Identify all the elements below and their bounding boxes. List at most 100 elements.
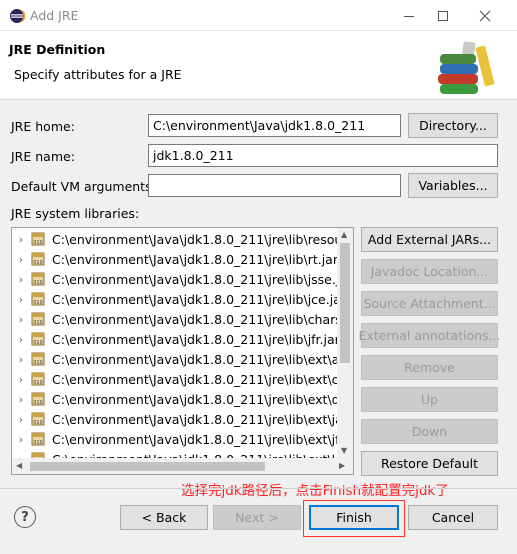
library-row[interactable]: ›010 C:\environment\Java\jdk1.8.0_211\jre… — [12, 229, 338, 249]
minimize-button[interactable] — [390, 0, 428, 31]
wizard-banner: JRE Definition Specify attributes for a … — [0, 31, 517, 100]
vertical-scrollbar[interactable]: ▲ ▼ — [337, 228, 353, 459]
library-row[interactable]: ›010 C:\environment\Java\jdk1.8.0_211\jre… — [12, 429, 338, 449]
svg-text:010: 010 — [33, 300, 43, 306]
expand-chevron-icon[interactable]: › — [12, 433, 30, 446]
expand-chevron-icon[interactable]: › — [12, 233, 30, 246]
expand-chevron-icon[interactable]: › — [12, 413, 30, 426]
scroll-right-icon[interactable]: ▶ — [339, 461, 345, 470]
library-path: C:\environment\Java\jdk1.8.0_211\jre\lib… — [52, 431, 338, 447]
library-row[interactable]: ›010 C:\environment\Java\jdk1.8.0_211\jre… — [12, 289, 338, 309]
jar-file-icon: 010 — [30, 391, 46, 407]
library-row[interactable]: ›010 C:\environment\Java\jdk1.8.0_211\jre… — [12, 409, 338, 429]
expand-chevron-icon[interactable]: › — [12, 313, 30, 326]
horizontal-scrollbar[interactable]: ◀ ▶ — [12, 458, 353, 474]
jre-home-label: JRE home: — [11, 119, 75, 134]
library-row[interactable]: ›010 C:\environment\Java\jdk1.8.0_211\jre… — [12, 269, 338, 289]
red-annotation-text: 选择完jdk路径后，点击Finish就配置完jdk了 — [181, 483, 449, 499]
scroll-down-icon[interactable]: ▼ — [341, 446, 347, 455]
library-path: C:\environment\Java\jdk1.8.0_211\jre\lib… — [52, 411, 338, 427]
expand-chevron-icon[interactable]: › — [12, 393, 30, 406]
close-button[interactable] — [466, 0, 504, 31]
expand-chevron-icon[interactable]: › — [12, 333, 30, 346]
banner-title: JRE Definition — [9, 42, 106, 57]
jar-file-icon: 010 — [30, 351, 46, 367]
scroll-left-icon[interactable]: ◀ — [16, 461, 22, 470]
jar-file-icon: 010 — [30, 371, 46, 387]
directory-button[interactable]: Directory... — [408, 113, 498, 138]
library-path: C:\environment\Java\jdk1.8.0_211\jre\lib… — [52, 331, 338, 347]
help-icon[interactable]: ? — [14, 506, 36, 528]
cancel-button[interactable]: Cancel — [408, 505, 498, 530]
library-path: C:\environment\Java\jdk1.8.0_211\jre\lib… — [52, 311, 338, 327]
vertical-scroll-thumb[interactable] — [340, 243, 350, 363]
svg-text:010: 010 — [33, 360, 43, 366]
expand-chevron-icon[interactable]: › — [12, 353, 30, 366]
jar-file-icon: 010 — [30, 431, 46, 447]
svg-text:010: 010 — [33, 440, 43, 446]
up-button[interactable]: Up — [361, 387, 498, 412]
library-path: C:\environment\Java\jdk1.8.0_211\jre\lib… — [52, 231, 338, 247]
jre-name-label: JRE name: — [11, 149, 75, 164]
eclipse-icon — [10, 9, 25, 23]
jar-file-icon: 010 — [30, 291, 46, 307]
svg-text:010: 010 — [33, 320, 43, 326]
svg-text:010: 010 — [33, 380, 43, 386]
svg-text:010: 010 — [33, 280, 43, 286]
javadoc-location-button[interactable]: Javadoc Location... — [361, 259, 498, 284]
library-path: C:\environment\Java\jdk1.8.0_211\jre\lib… — [52, 291, 338, 307]
back-button[interactable]: < Back — [120, 505, 208, 530]
svg-text:010: 010 — [33, 240, 43, 246]
scroll-up-icon[interactable]: ▲ — [341, 230, 347, 239]
library-path: C:\environment\Java\jdk1.8.0_211\jre\lib… — [52, 351, 338, 367]
external-annotations-button[interactable]: External annotations... — [359, 323, 500, 348]
finish-button[interactable]: Finish — [309, 505, 399, 530]
variables-button[interactable]: Variables... — [408, 173, 498, 198]
jar-file-icon: 010 — [30, 251, 46, 267]
svg-text:010: 010 — [33, 400, 43, 406]
footer-separator — [0, 488, 517, 489]
library-tree[interactable]: › 010 C:\environment\Java\jdk1.8.0_211\jre… — [11, 227, 354, 475]
maximize-icon — [438, 10, 448, 21]
jar-file-icon: 010 — [30, 331, 46, 347]
remove-button[interactable]: Remove — [361, 355, 498, 380]
expand-chevron-icon[interactable]: › — [12, 253, 30, 266]
library-path: C:\environment\Java\jdk1.8.0_211\jre\lib… — [52, 271, 338, 287]
expand-chevron-icon[interactable]: › — [12, 273, 30, 286]
jar-file-icon: 010 — [30, 231, 46, 247]
close-icon — [479, 10, 491, 21]
jre-home-field[interactable]: C:\environment\Java\jdk1.8.0_211 — [148, 114, 401, 137]
library-row[interactable]: ›010 C:\environment\Java\jdk1.8.0_211\jre… — [12, 349, 338, 369]
library-row[interactable]: ›010 C:\environment\Java\jdk1.8.0_211\jre… — [12, 369, 338, 389]
jre-name-field[interactable]: jdk1.8.0_211 — [148, 144, 498, 167]
down-button[interactable]: Down — [361, 419, 498, 444]
library-row[interactable]: ›010 C:\environment\Java\jdk1.8.0_211\jre… — [12, 329, 338, 349]
expand-chevron-icon[interactable]: › — [12, 293, 30, 306]
source-attachment-button[interactable]: Source Attachment... — [361, 291, 498, 316]
books-icon — [438, 41, 495, 94]
vm-args-label: Default VM arguments: — [11, 179, 156, 194]
library-row[interactable]: ›010 C:\environment\Java\jdk1.8.0_211\jre… — [12, 309, 338, 329]
library-path: C:\environment\Java\jdk1.8.0_211\jre\lib… — [52, 391, 338, 407]
jar-file-icon: 010 — [30, 411, 46, 427]
jar-file-icon: 010 — [30, 311, 46, 327]
library-path: C:\environment\Java\jdk1.8.0_211\jre\lib… — [52, 251, 338, 267]
library-row[interactable]: ›010 C:\environment\Java\jdk1.8.0_211\jre… — [12, 389, 338, 409]
vm-args-field[interactable] — [148, 174, 401, 197]
expand-chevron-icon[interactable]: › — [12, 373, 30, 386]
minimize-icon — [404, 15, 414, 17]
svg-text:010: 010 — [33, 420, 43, 426]
jar-file-icon: 010 — [30, 271, 46, 287]
libraries-label: JRE system libraries: — [11, 206, 140, 221]
library-path: C:\environment\Java\jdk1.8.0_211\jre\lib… — [52, 371, 338, 387]
restore-default-button[interactable]: Restore Default — [361, 451, 498, 476]
horizontal-scroll-thumb[interactable] — [30, 462, 265, 471]
window-title: Add JRE — [30, 8, 79, 23]
next-button[interactable]: Next > — [213, 505, 301, 530]
add-external-jars-button[interactable]: Add External JARs... — [361, 227, 498, 252]
banner-subtitle: Specify attributes for a JRE — [14, 67, 182, 82]
svg-text:010: 010 — [33, 260, 43, 266]
maximize-button[interactable] — [424, 0, 462, 31]
library-row[interactable]: ›010 C:\environment\Java\jdk1.8.0_211\jre… — [12, 249, 338, 269]
svg-text:010: 010 — [33, 340, 43, 346]
